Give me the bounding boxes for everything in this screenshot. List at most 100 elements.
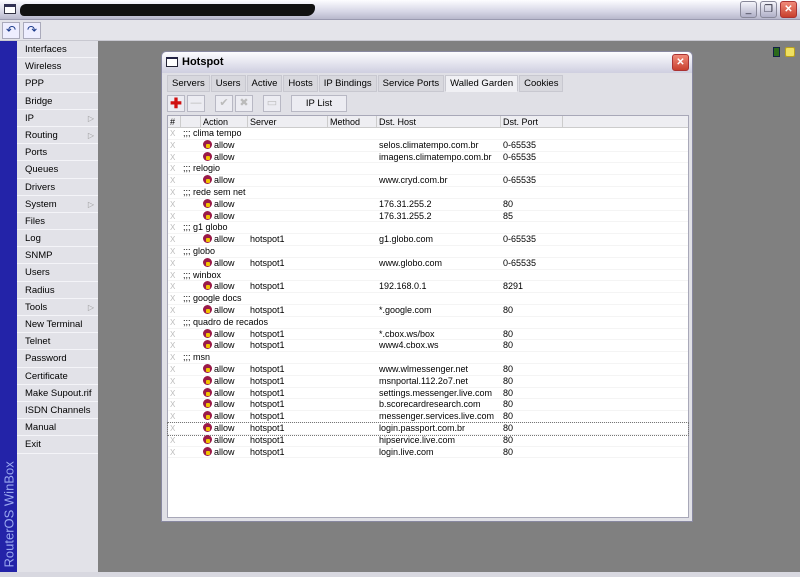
row-comment: ;;; globo xyxy=(183,245,216,256)
table-row[interactable]: Xallow hotspot1 g1.globo.com 0-65535 xyxy=(168,234,688,246)
restore-button[interactable]: ❐ xyxy=(760,1,777,18)
ip-list-button[interactable]: IP List xyxy=(291,95,347,112)
comment-row[interactable]: X ;;; globo xyxy=(168,246,688,258)
sidebar-item-wireless[interactable]: Wireless xyxy=(17,58,98,76)
table-row[interactable]: Xallow hotspot1 192.168.0.1 8291 xyxy=(168,281,688,294)
sidebar-item-certificate[interactable]: Certificate xyxy=(17,368,98,385)
close-window-button[interactable]: ✕ xyxy=(672,54,689,71)
sidebar-item-isdn-channels[interactable]: ISDN Channels xyxy=(17,402,98,420)
tab-users[interactable]: Users xyxy=(210,75,246,92)
sidebar-item-ports[interactable]: Ports xyxy=(17,144,98,162)
comment-row[interactable]: X ;;; clima tempo xyxy=(168,128,688,140)
table-row[interactable]: Xallow hotspot1 login.live.com 80 xyxy=(168,446,688,459)
table-row[interactable]: Xallow hotspot1 msnportal.112.2o7.net 80 xyxy=(168,375,688,388)
dst-port-cell: 0-65535 xyxy=(503,257,537,268)
column-header[interactable]: Dst. Port xyxy=(501,116,563,127)
sidebar-item-snmp[interactable]: SNMP xyxy=(17,247,98,265)
disable-button[interactable]: ✖ xyxy=(235,95,253,112)
allow-icon xyxy=(203,434,212,444)
sidebar-item-label: Make Supout.rif xyxy=(25,387,92,399)
table-row[interactable]: Xallow hotspot1 login.passport.com.br 80 xyxy=(167,421,689,436)
row-comment: ;;; relogio xyxy=(183,163,221,174)
table-row[interactable]: Xallow hotspot1 www4.cbox.ws 80 xyxy=(168,340,688,353)
hotspot-titlebar[interactable]: Hotspot ✕ xyxy=(162,52,692,73)
tab-service-ports[interactable]: Service Ports xyxy=(377,75,445,92)
column-header[interactable]: Method xyxy=(328,116,377,127)
undo-button[interactable]: ↶ xyxy=(2,22,20,39)
sidebar-item-password[interactable]: Password xyxy=(17,350,98,368)
sidebar-item-make-supout-rif[interactable]: Make Supout.rif xyxy=(17,385,98,402)
minimize-button[interactable]: _ xyxy=(740,1,757,18)
sidebar-item-manual[interactable]: Manual xyxy=(17,419,98,437)
comment-row[interactable]: X ;;; winbox xyxy=(168,270,688,282)
sidebar-item-bridge[interactable]: Bridge xyxy=(17,93,98,110)
sidebar-item-files[interactable]: Files xyxy=(17,213,98,231)
add-button[interactable]: ✚ xyxy=(167,95,185,112)
table-row[interactable]: Xallow hotspot1 *.google.com 80 xyxy=(168,304,688,317)
table-row[interactable]: Xallow www.cryd.com.br 0-65535 xyxy=(168,175,688,187)
table-row[interactable]: Xallow hotspot1 b.scorecardresearch.com 80 xyxy=(168,399,688,412)
method-cell xyxy=(328,175,377,186)
table-row[interactable]: Xallow hotspot1 www.wlmessenger.net 80 xyxy=(168,363,688,376)
row-comment: ;;; google docs xyxy=(183,293,242,304)
comment-row[interactable]: X ;;; quadro de recados xyxy=(168,317,688,329)
sidebar-item-drivers[interactable]: Drivers xyxy=(17,179,98,196)
column-header[interactable] xyxy=(181,116,201,127)
action-cell: allow xyxy=(201,387,248,399)
sidebar-item-ppp[interactable]: PPP xyxy=(17,75,98,93)
comment-row[interactable]: X ;;; rede sem net xyxy=(168,187,688,199)
sidebar-item-exit[interactable]: Exit xyxy=(17,436,98,454)
method-cell xyxy=(328,364,377,375)
comment-row[interactable]: X ;;; google docs xyxy=(168,293,688,305)
column-header[interactable]: Action xyxy=(201,116,248,127)
row-marker: X xyxy=(170,199,176,209)
tab-active[interactable]: Active xyxy=(246,75,283,92)
remove-button[interactable]: — xyxy=(187,95,205,112)
server-cell: hotspot1 xyxy=(250,375,285,386)
sidebar-item-telnet[interactable]: Telnet xyxy=(17,333,98,351)
sidebar-item-users[interactable]: Users xyxy=(17,264,98,282)
comment-row[interactable]: X ;;; msn xyxy=(168,352,688,364)
server-cell: hotspot1 xyxy=(250,434,285,445)
row-comment: ;;; rede sem net xyxy=(183,186,246,197)
comment-row[interactable]: X ;;; relogio xyxy=(168,163,688,176)
column-header[interactable]: Server xyxy=(248,116,328,127)
row-comment: ;;; winbox xyxy=(183,269,222,280)
sidebar-item-routing[interactable]: Routing ▷ xyxy=(17,127,98,145)
comment-row[interactable]: X ;;; g1 globo xyxy=(168,222,688,235)
sidebar-item-system[interactable]: System ▷ xyxy=(17,196,98,213)
close-button[interactable]: ✕ xyxy=(780,1,797,18)
tab-hosts[interactable]: Hosts xyxy=(283,75,318,92)
sidebar-item-queues[interactable]: Queues xyxy=(17,161,98,179)
sidebar-item-tools[interactable]: Tools ▷ xyxy=(17,299,98,316)
app-titlebar: _ ❐ ✕ xyxy=(0,0,800,20)
sidebar-item-new-terminal[interactable]: New Terminal xyxy=(17,316,98,334)
table-row[interactable]: Xallow hotspot1 *.cbox.ws/box 80 xyxy=(168,328,688,341)
tab-servers[interactable]: Servers xyxy=(167,75,210,92)
table-row[interactable]: Xallow imagens.climatempo.com.br 0-65535 xyxy=(168,151,688,164)
table-row[interactable]: Xallow hotspot1 www.globo.com 0-65535 xyxy=(168,257,688,270)
dst-port-cell: 80 xyxy=(503,446,514,457)
action-label: allow xyxy=(214,234,235,245)
column-header[interactable]: Dst. Host xyxy=(377,116,501,127)
tab-cookies[interactable]: Cookies xyxy=(519,75,564,92)
sidebar-item-ip[interactable]: IP ▷ xyxy=(17,110,98,127)
sidebar-item-radius[interactable]: Radius xyxy=(17,282,98,299)
tab-walled-garden[interactable]: Walled Garden xyxy=(445,75,519,92)
tab-ip-bindings[interactable]: IP Bindings xyxy=(318,75,377,92)
dst-host-cell: settings.messenger.live.com xyxy=(379,387,493,398)
comment-button[interactable]: ▭ xyxy=(263,95,281,112)
enable-button[interactable]: ✔ xyxy=(215,95,233,112)
table-row[interactable]: Xallow hotspot1 hipservice.live.com 80 xyxy=(168,434,688,447)
table-row[interactable]: Xallow hotspot1 settings.messenger.live.co… xyxy=(168,387,688,400)
table-row[interactable]: Xallow 176.31.255.2 80 xyxy=(168,198,688,211)
table-row[interactable]: Xallow hotspot1 messenger.services.live.co… xyxy=(168,411,688,423)
table-row[interactable]: Xallow 176.31.255.2 85 xyxy=(168,210,688,223)
sidebar-item-interfaces[interactable]: Interfaces xyxy=(17,41,98,59)
redo-button[interactable]: ↷ xyxy=(23,22,41,39)
table-row[interactable]: Xallow selos.climatempo.com.br 0-65535 xyxy=(168,139,688,152)
column-header[interactable]: # xyxy=(168,116,181,127)
sidebar-item-log[interactable]: Log xyxy=(17,230,98,248)
